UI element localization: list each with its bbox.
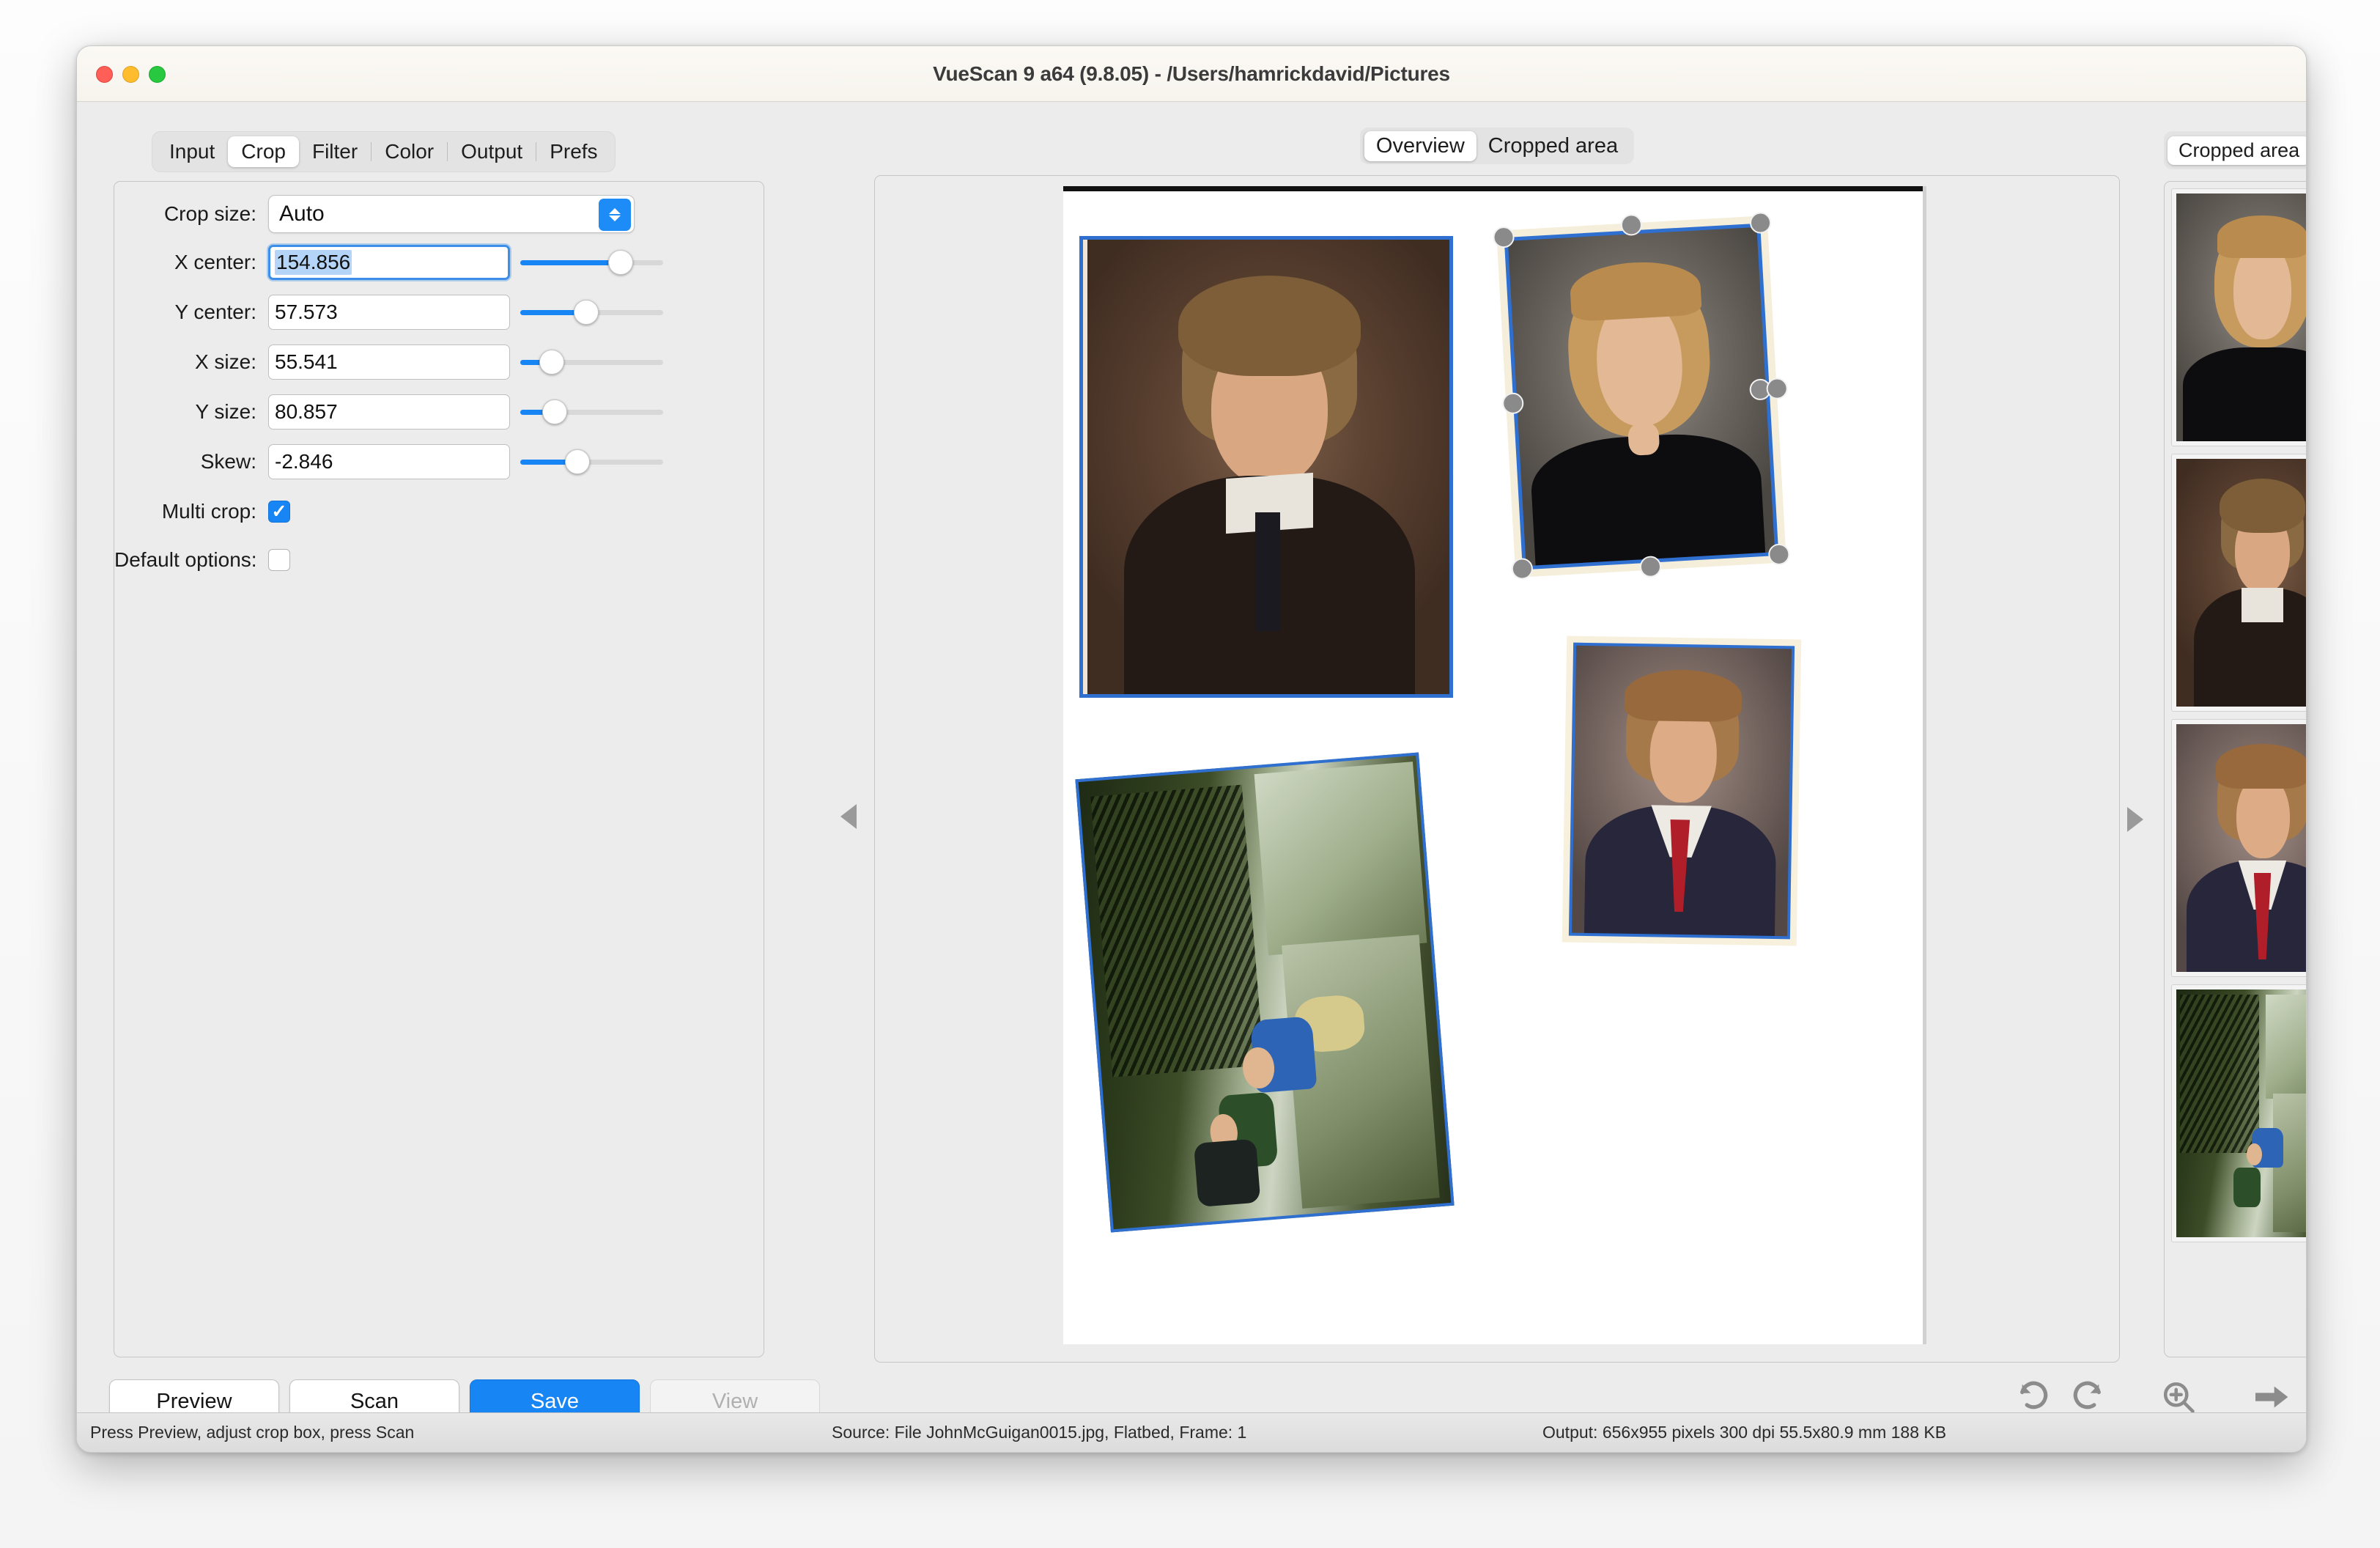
multi-crop-label: Multi crop: xyxy=(161,500,256,523)
tab-crop[interactable]: Crop xyxy=(228,136,299,167)
scanned-photo-outdoor-group[interactable] xyxy=(1075,752,1455,1233)
tab-output[interactable]: Output xyxy=(448,136,536,167)
tab-prefs[interactable]: Prefs xyxy=(536,136,610,167)
slider-knob[interactable] xyxy=(607,250,633,275)
status-bar: Press Preview, adjust crop box, press Sc… xyxy=(77,1412,2306,1452)
thumbnail-image-1: 1 xyxy=(2176,194,2306,441)
slider-knob[interactable] xyxy=(539,350,564,375)
minimize-button[interactable] xyxy=(122,66,139,83)
scan-bed-right-edge xyxy=(1923,186,1926,1344)
y-size-row: Y size: 80.857 xyxy=(114,393,663,431)
x-size-label: X size: xyxy=(194,350,256,373)
right-panel: Cropped area 1 xyxy=(2164,108,2306,1398)
y-center-input[interactable]: 57.573 xyxy=(268,295,510,330)
x-center-slider[interactable] xyxy=(520,245,663,280)
left-panel: Input Crop Filter Color Output Prefs Cro… xyxy=(92,108,820,1423)
thumbnail-item-2[interactable]: 2 xyxy=(2171,454,2306,712)
tab-cropped-area-right[interactable]: Cropped area xyxy=(2168,136,2306,165)
traffic-light-group xyxy=(96,66,166,83)
window-title: VueScan 9 a64 (9.8.05) - /Users/hamrickd… xyxy=(933,62,1450,85)
crop-region-3[interactable] xyxy=(1568,642,1795,940)
preview-panel: Overview Cropped area xyxy=(874,128,2120,1363)
crop-settings-panel: Crop size: Auto X center: 154.856 Y cent… xyxy=(114,181,764,1357)
crop-region-2-selected[interactable] xyxy=(1504,223,1779,570)
y-center-slider[interactable] xyxy=(520,295,663,330)
title-bar: VueScan 9 a64 (9.8.05) - /Users/hamrickd… xyxy=(77,46,2306,102)
chevron-updown-icon[interactable] xyxy=(599,199,631,231)
thumbnail-image-3: 3 xyxy=(2176,724,2306,972)
scanned-photo-redtie-group[interactable] xyxy=(1562,635,1802,946)
slider-fill xyxy=(520,260,621,265)
x-size-input[interactable]: 55.541 xyxy=(268,344,510,380)
default-options-checkbox[interactable] xyxy=(268,549,290,571)
crop-region-4[interactable] xyxy=(1075,752,1455,1233)
y-size-input[interactable]: 80.857 xyxy=(268,394,510,430)
crop-size-row: Crop size: Auto xyxy=(114,195,635,233)
skew-slider[interactable] xyxy=(520,444,663,479)
x-size-value: 55.541 xyxy=(275,350,338,373)
x-center-value: 154.856 xyxy=(275,250,352,275)
status-output: Output: 656x955 pixels 300 dpi 55.5x80.9… xyxy=(1542,1423,1947,1442)
thumbnail-item-3[interactable]: 3 xyxy=(2171,719,2306,977)
tab-cropped-area[interactable]: Cropped area xyxy=(1477,131,1630,161)
crop-size-label: Crop size: xyxy=(163,202,256,225)
default-options-row: Default options: xyxy=(114,541,290,579)
x-size-row: X size: 55.541 xyxy=(114,343,663,381)
collapse-left-icon[interactable] xyxy=(840,804,857,829)
tab-overview[interactable]: Overview xyxy=(1364,130,1477,161)
crop-handle-middle-right-outer[interactable] xyxy=(1765,377,1789,400)
thumbnail-image-4: 4 xyxy=(2176,989,2306,1237)
scan-bed[interactable] xyxy=(1063,186,1926,1344)
y-center-value: 57.573 xyxy=(275,301,338,323)
skew-row: Skew: -2.846 xyxy=(114,443,663,481)
thumbnail-tab-bar: Cropped area xyxy=(2164,131,2306,169)
preview-tab-bar: Overview Cropped area xyxy=(1359,128,1635,164)
status-hint: Press Preview, adjust crop box, press Sc… xyxy=(90,1423,415,1442)
slider-knob[interactable] xyxy=(565,449,590,474)
skew-input[interactable]: -2.846 xyxy=(268,444,510,479)
x-size-slider[interactable] xyxy=(520,344,663,380)
y-center-label: Y center: xyxy=(174,301,256,323)
crop-handle-bottom-center[interactable] xyxy=(1639,555,1662,578)
tab-filter[interactable]: Filter xyxy=(299,136,371,167)
tab-color[interactable]: Color xyxy=(372,136,447,167)
skew-label: Skew: xyxy=(200,450,256,473)
x-center-input[interactable]: 154.856 xyxy=(268,245,510,280)
maximize-button[interactable] xyxy=(149,66,166,83)
scan-bed-top-edge xyxy=(1063,186,1926,191)
x-center-label: X center: xyxy=(174,251,256,273)
main-tab-bar: Input Crop Filter Color Output Prefs xyxy=(152,131,616,172)
close-button[interactable] xyxy=(96,66,113,83)
crop-size-value: Auto xyxy=(279,202,325,226)
tab-input[interactable]: Input xyxy=(156,136,228,167)
status-source: Source: File JohnMcGuigan0015.jpg, Flatb… xyxy=(832,1423,1247,1442)
crop-handle-top-right[interactable] xyxy=(1749,211,1772,235)
thumbnail-item-4[interactable]: 4 xyxy=(2171,984,2306,1242)
y-size-value: 80.857 xyxy=(275,400,338,423)
skew-value: -2.846 xyxy=(275,450,333,473)
slider-knob[interactable] xyxy=(542,399,567,424)
y-size-label: Y size: xyxy=(195,400,256,423)
y-center-row: Y center: 57.573 xyxy=(114,293,663,331)
thumbnail-item-1[interactable]: 1 xyxy=(2171,188,2306,446)
thumbnail-image-2: 2 xyxy=(2176,459,2306,707)
multi-crop-row: Multi crop: xyxy=(114,493,290,531)
slider-knob[interactable] xyxy=(573,300,599,325)
crop-size-select[interactable]: Auto xyxy=(268,195,635,233)
scanned-photo-young-woman-group[interactable] xyxy=(1492,211,1791,580)
app-window: VueScan 9 a64 (9.8.05) - /Users/hamrickd… xyxy=(76,45,2307,1453)
collapse-right-icon[interactable] xyxy=(2127,807,2143,832)
crop-region-1[interactable] xyxy=(1079,236,1453,698)
multi-crop-checkbox[interactable] xyxy=(268,501,290,523)
thumbnail-list[interactable]: 1 2 xyxy=(2164,181,2306,1357)
y-size-slider[interactable] xyxy=(520,394,663,430)
default-options-label: Default options: xyxy=(114,548,257,571)
window-body: Input Crop Filter Color Output Prefs Cro… xyxy=(77,102,2306,1452)
crop-handle-bottom-right[interactable] xyxy=(1767,543,1791,566)
x-center-row: X center: 154.856 xyxy=(114,243,663,281)
